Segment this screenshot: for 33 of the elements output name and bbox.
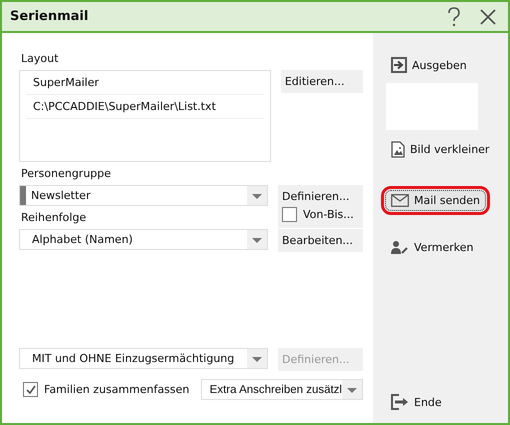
checkbox-label: Familien zusammenfassen: [44, 383, 190, 396]
group-dropdown[interactable]: Newsletter: [19, 185, 268, 206]
output-button[interactable]: Ausgeben: [385, 53, 473, 77]
person-pen-icon: [391, 240, 409, 254]
define-button[interactable]: Definieren...: [282, 185, 350, 207]
checkbox[interactable]: [23, 382, 38, 397]
envelope-icon: [391, 194, 409, 207]
checkbox[interactable]: [282, 207, 297, 222]
order-dropdown[interactable]: Alphabet (Namen): [19, 229, 268, 250]
help-icon[interactable]: [446, 6, 462, 26]
list-item[interactable]: SuperMailer: [26, 71, 264, 95]
caret-icon: [342, 380, 362, 399]
edit-button[interactable]: Editieren...: [280, 70, 363, 93]
checkbox-label: Von-Bis...: [303, 208, 354, 221]
arrow-in-box-icon: [391, 57, 407, 73]
window-title: Serienmail: [10, 9, 90, 24]
caret-icon: [247, 230, 267, 249]
edit-button[interactable]: Bearbeiten...: [278, 229, 363, 252]
exit-icon: [391, 394, 409, 410]
note-button[interactable]: Vermerken: [385, 236, 480, 258]
direct-debit-dropdown[interactable]: MIT und OHNE Einzugsermächtigung: [19, 348, 268, 369]
caret-icon: [247, 349, 267, 368]
layout-label: Layout: [21, 52, 60, 65]
order-label: Reihenfolge: [21, 211, 88, 224]
group-label: Personengruppe: [21, 167, 112, 180]
image-button[interactable]: Bild verkleiner: [385, 137, 496, 162]
layout-list[interactable]: SuperMailer C:\PCCADDIE\SuperMailer\List.txt: [19, 70, 271, 162]
list-item[interactable]: C:\PCCADDIE\SuperMailer\List.txt: [26, 95, 264, 119]
close-icon[interactable]: [480, 8, 496, 24]
image-icon: [391, 141, 405, 158]
caret-icon: [247, 186, 267, 205]
exit-button[interactable]: Ende: [385, 390, 448, 414]
letter-dropdown[interactable]: Extra Anschreiben zusätzl: [200, 379, 363, 400]
